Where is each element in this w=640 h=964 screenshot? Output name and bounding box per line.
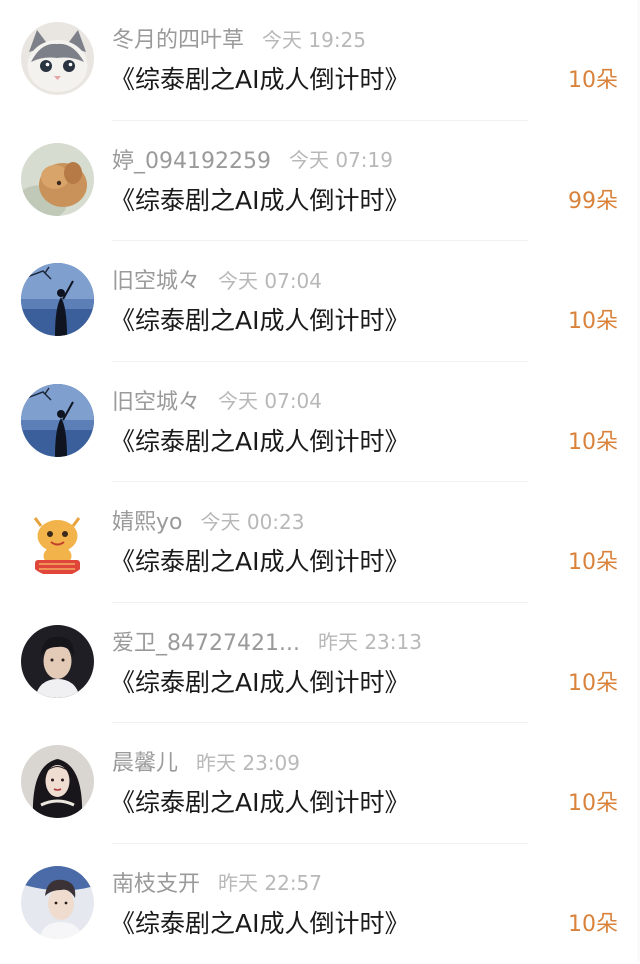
dragon-cartoon-avatar-icon (21, 504, 94, 577)
flower-count: 10朵 (568, 544, 618, 576)
list-item[interactable]: 爱卫_84727421... 昨天 23:13 《综泰剧之AI成人倒计时》 10… (0, 603, 640, 724)
list-item[interactable]: 南枝支开 昨天 22:57 《综泰剧之AI成人倒计时》 10朵 (0, 844, 640, 964)
work-title[interactable]: 《综泰剧之AI成人倒计时》 (110, 663, 409, 699)
work-title[interactable]: 《综泰剧之AI成人倒计时》 (110, 783, 409, 819)
list-item[interactable]: 旧空城々 今天 07:04 《综泰剧之AI成人倒计时》 10朵 (0, 362, 640, 483)
username[interactable]: 爱卫_84727421... (112, 625, 300, 657)
list-item[interactable]: 旧空城々 今天 07:04 《综泰剧之AI成人倒计时》 10朵 (0, 241, 640, 362)
timestamp: 昨天 23:13 (318, 626, 422, 655)
work-title[interactable]: 《综泰剧之AI成人倒计时》 (110, 904, 409, 940)
silhouette-sky-avatar-icon (21, 263, 94, 336)
avatar[interactable] (21, 866, 94, 939)
flower-count: 10朵 (568, 665, 618, 697)
list-item[interactable]: 婷_094192259 今天 07:19 《综泰剧之AI成人倒计时》 99朵 (0, 121, 640, 242)
work-title[interactable]: 《综泰剧之AI成人倒计时》 (110, 181, 409, 217)
username[interactable]: 旧空城々 (112, 263, 200, 295)
username[interactable]: 旧空城々 (112, 384, 200, 416)
work-title[interactable]: 《综泰剧之AI成人倒计时》 (110, 422, 409, 458)
list-item[interactable]: 晨馨儿 昨天 23:09 《综泰剧之AI成人倒计时》 10朵 (0, 723, 640, 844)
silhouette-sky-avatar-icon (21, 384, 94, 457)
timestamp: 今天 19:25 (262, 24, 366, 53)
man-portrait-avatar-icon (21, 625, 94, 698)
timestamp: 昨天 22:57 (218, 867, 322, 896)
avatar[interactable] (21, 384, 94, 457)
avatar[interactable] (21, 745, 94, 818)
flower-count: 99朵 (568, 183, 618, 215)
avatar[interactable] (21, 22, 94, 95)
work-title[interactable]: 《综泰剧之AI成人倒计时》 (110, 542, 409, 578)
username[interactable]: 南枝支开 (112, 866, 200, 898)
username[interactable]: 婷_094192259 (112, 143, 271, 175)
woman-portrait-avatar-icon (21, 745, 94, 818)
username[interactable]: 冬月的四叶草 (112, 22, 244, 54)
flower-count: 10朵 (568, 785, 618, 817)
avatar[interactable] (21, 263, 94, 336)
work-title[interactable]: 《综泰剧之AI成人倒计时》 (110, 301, 409, 337)
list-item[interactable]: 婧熙yo 今天 00:23 《综泰剧之AI成人倒计时》 10朵 (0, 482, 640, 603)
timestamp: 昨天 23:09 (196, 747, 300, 776)
timestamp: 今天 07:04 (218, 265, 322, 294)
man-portrait-light-avatar-icon (21, 866, 94, 939)
avatar[interactable] (21, 625, 94, 698)
username[interactable]: 婧熙yo (112, 504, 182, 536)
avatar[interactable] (21, 143, 94, 216)
flower-count: 10朵 (568, 906, 618, 938)
flower-count: 10朵 (568, 303, 618, 335)
flower-count: 10朵 (568, 62, 618, 94)
gift-record-list: 冬月的四叶草 今天 19:25 《综泰剧之AI成人倒计时》 10朵 婷_0941… (0, 0, 640, 964)
flower-count: 10朵 (568, 424, 618, 456)
username[interactable]: 晨馨儿 (112, 745, 178, 777)
timestamp: 今天 07:19 (289, 144, 393, 173)
cat-avatar-icon (21, 22, 94, 95)
avatar[interactable] (21, 504, 94, 577)
list-item[interactable]: 冬月的四叶草 今天 19:25 《综泰剧之AI成人倒计时》 10朵 (0, 0, 640, 121)
timestamp: 今天 07:04 (218, 385, 322, 414)
work-title[interactable]: 《综泰剧之AI成人倒计时》 (110, 60, 409, 96)
timestamp: 今天 00:23 (200, 506, 304, 535)
dog-avatar-icon (21, 143, 94, 216)
